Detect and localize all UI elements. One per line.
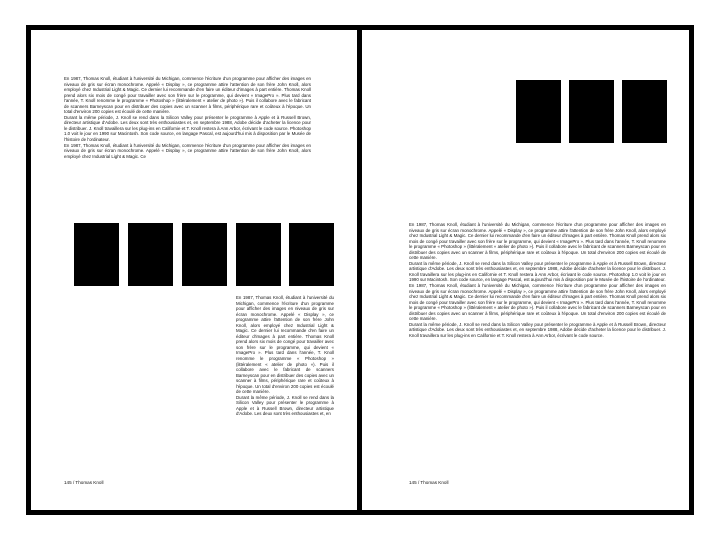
image-placeholder-3 — [182, 223, 227, 286]
paragraph: En 1987, Thomas Knoll, étudiant à l'univ… — [409, 283, 666, 322]
paragraph: En 1987, Thomas Knoll, étudiant à l'univ… — [64, 142, 311, 159]
image-placeholder-5 — [289, 223, 334, 286]
left-text-bottom: En 1987, Thomas Knoll, étudiant à l'univ… — [236, 295, 334, 445]
paragraph: Durant la même période, J. Knoll se rend… — [409, 321, 666, 338]
image-placeholder-3 — [622, 80, 667, 143]
left-page: En 1987, Thomas Knoll, étudiant à l'univ… — [31, 30, 357, 510]
folio: 145 / Thomas Knoll — [64, 480, 104, 485]
paragraph: Durant la même période, J. Knoll se rend… — [409, 260, 666, 283]
right-page: En 1987, Thomas Knoll, étudiant à l'univ… — [362, 30, 689, 510]
paragraph: Durant la même période, J. Knoll se rend… — [64, 114, 311, 143]
book-spread: En 1987, Thomas Knoll, étudiant à l'univ… — [26, 25, 694, 515]
image-placeholder-4 — [236, 223, 281, 286]
right-text: En 1987, Thomas Knoll, étudiant à l'univ… — [409, 222, 666, 442]
folio: 145 / Thomas Knoll — [409, 480, 449, 485]
image-placeholder-1 — [74, 223, 119, 286]
paragraph: En 1987, Thomas Knoll, étudiant à l'univ… — [236, 295, 334, 395]
image-placeholder-2 — [569, 80, 614, 143]
left-text-top: En 1987, Thomas Knoll, étudiant à l'univ… — [64, 76, 311, 220]
paragraph: En 1987, Thomas Knoll, étudiant à l'univ… — [64, 76, 311, 115]
paragraph: Durant la même période, J. Knoll se rend… — [236, 394, 334, 417]
image-placeholder-2 — [128, 223, 173, 286]
image-placeholder-1 — [516, 80, 561, 143]
paragraph: En 1987, Thomas Knoll, étudiant à l'univ… — [409, 222, 666, 261]
